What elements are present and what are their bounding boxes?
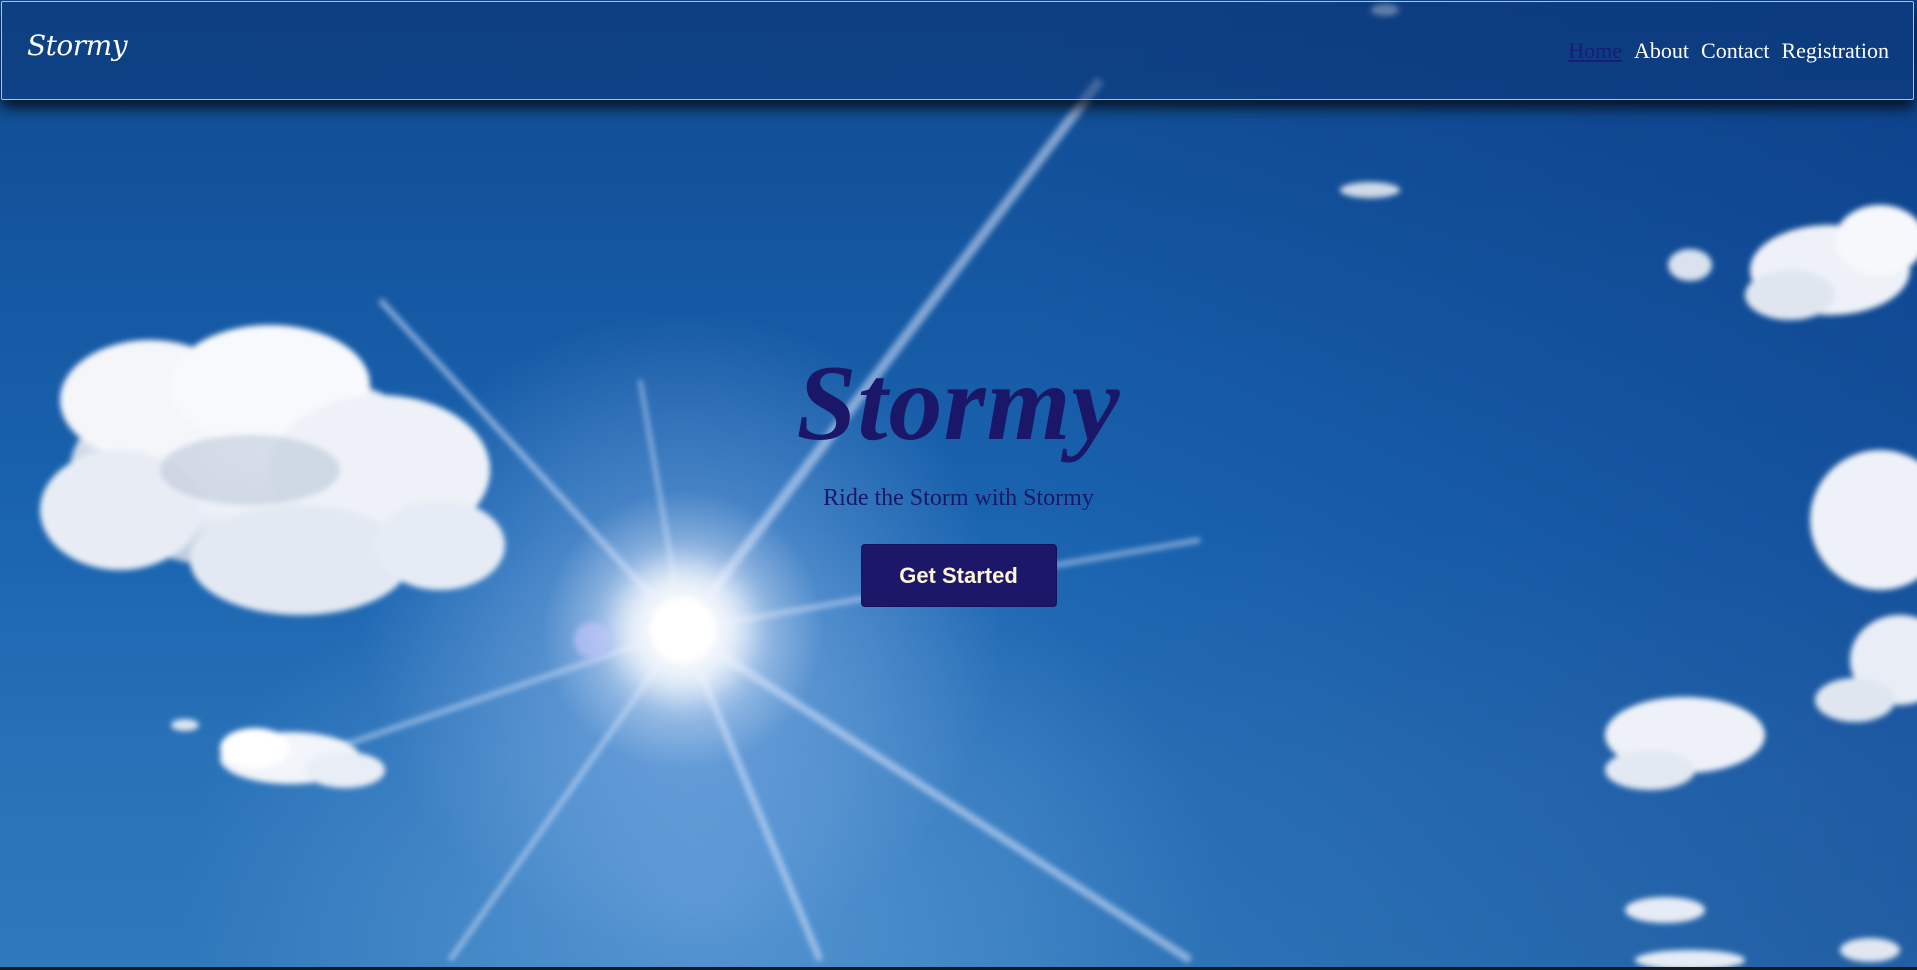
cloud-small-left — [171, 719, 385, 788]
hero-title: Stormy — [796, 344, 1121, 463]
nav-about-link[interactable]: About — [1634, 40, 1689, 62]
top-navbar: Stormy Home About Contact Registration — [1, 1, 1914, 100]
page: Stormy Home About Contact Registration S… — [0, 0, 1917, 970]
hero-subtitle: Ride the Storm with Stormy — [823, 485, 1094, 511]
get-started-button[interactable]: Get Started — [860, 544, 1057, 607]
nav-registration-link[interactable]: Registration — [1781, 40, 1889, 62]
nav-contact-link[interactable]: Contact — [1701, 40, 1769, 62]
main-nav: Home About Contact Registration — [1568, 40, 1889, 62]
brand-logo[interactable]: Stormy — [27, 32, 128, 60]
nav-home-link[interactable]: Home — [1568, 40, 1622, 62]
hero-section: Stormy Ride the Storm with Stormy Get St… — [0, 350, 1917, 607]
